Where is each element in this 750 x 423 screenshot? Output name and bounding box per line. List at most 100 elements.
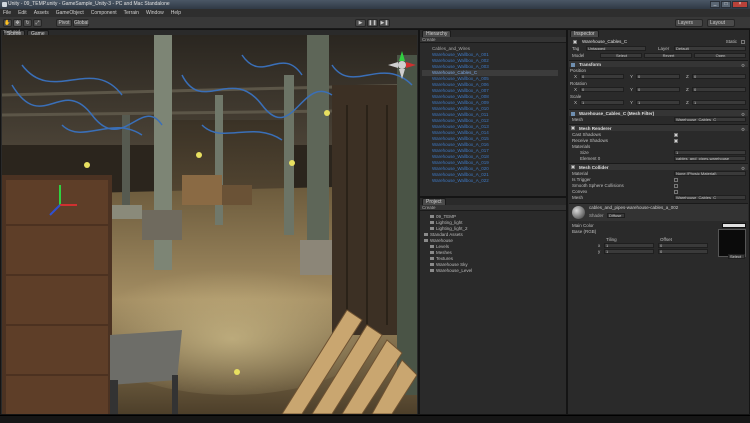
- static-checkbox[interactable]: [741, 40, 745, 44]
- project-item[interactable]: Warehouse_Level: [430, 268, 472, 274]
- menu-window[interactable]: Window: [146, 9, 164, 17]
- project-panel: Project Create 09_TEMP Lighting_light Ligh…: [419, 197, 567, 415]
- smooth-sphere-checkbox[interactable]: [674, 184, 678, 188]
- mesh-renderer-header[interactable]: Mesh Renderer ⚙: [569, 124, 748, 132]
- texture-select-button[interactable]: Select: [728, 254, 745, 259]
- hierarchy-toolbar: Create: [420, 37, 566, 43]
- scene-viewport[interactable]: [2, 35, 417, 414]
- object-name-field[interactable]: Warehouse_Cables_C: [582, 39, 627, 45]
- layer-label: Layer: [658, 46, 670, 51]
- warehouse-scene-render: [2, 35, 417, 414]
- material-element0-field[interactable]: cables_and_pipes-warehouse: [674, 156, 746, 161]
- convex-checkbox[interactable]: [674, 190, 678, 194]
- position-y-field[interactable]: 0: [636, 74, 680, 79]
- mesh-filter-icon: [571, 112, 575, 116]
- rotation-x-field[interactable]: 0: [580, 87, 624, 92]
- folder-icon: [430, 269, 434, 273]
- folder-icon: [430, 263, 434, 267]
- folder-icon: [430, 215, 434, 219]
- hierarchy-create-button[interactable]: Create: [422, 37, 436, 42]
- offset-x-field[interactable]: 0: [658, 243, 708, 248]
- project-create-button[interactable]: Create: [422, 205, 436, 210]
- menu-assets[interactable]: Assets: [34, 9, 49, 17]
- menu-edit[interactable]: Edit: [18, 9, 27, 17]
- close-button[interactable]: ×: [732, 1, 748, 8]
- project-item-label: Levels: [436, 244, 450, 249]
- layout-dropdown[interactable]: Layout: [707, 19, 735, 27]
- physic-material-field[interactable]: None (Physic Material): [674, 171, 746, 176]
- project-item-label: Warehouse Sky: [436, 262, 468, 267]
- collider-mesh-field[interactable]: Warehouse_Cables_C: [674, 195, 746, 200]
- mesh-renderer-enabled-checkbox[interactable]: [571, 126, 575, 130]
- main-color-swatch[interactable]: [722, 223, 746, 228]
- rotation-z-field[interactable]: 0: [692, 87, 746, 92]
- rotate-icon: ↻: [25, 20, 30, 26]
- project-toolbar: Create: [420, 205, 566, 211]
- rotation-y-field[interactable]: 0: [636, 87, 680, 92]
- static-label: Static: [725, 39, 737, 44]
- base-texture-slot[interactable]: [718, 229, 746, 257]
- position-x-field[interactable]: 0: [580, 74, 624, 79]
- project-item-label: Textures: [436, 256, 454, 261]
- step-button[interactable]: ▶❚: [379, 19, 390, 27]
- position-z-field[interactable]: 0: [692, 74, 746, 79]
- scale-z-field[interactable]: 1: [692, 100, 746, 105]
- tab-project[interactable]: Project: [422, 198, 446, 205]
- rotate-tool-button[interactable]: ↻: [23, 19, 32, 27]
- tab-hierarchy[interactable]: Hierarchy: [422, 30, 452, 37]
- mesh-collider-enabled-checkbox[interactable]: [571, 165, 575, 169]
- receive-shadows-checkbox[interactable]: [674, 139, 678, 143]
- mesh-filter-mesh-field[interactable]: Warehouse_Cables_C: [674, 117, 746, 122]
- model-revert-button[interactable]: Revert: [644, 53, 692, 58]
- project-item-label: Lighting_light: [436, 220, 463, 225]
- tag-dropdown[interactable]: Untagged: [586, 46, 646, 51]
- mesh-collider-header[interactable]: Mesh Collider ⚙: [569, 163, 748, 171]
- menu-file[interactable]: File: [3, 9, 11, 17]
- pause-button[interactable]: ❚❚: [367, 19, 378, 27]
- project-item-label: Standard Assets: [430, 232, 463, 237]
- unity-app-icon: [2, 2, 7, 7]
- menu-component[interactable]: Component: [91, 9, 117, 17]
- is-trigger-checkbox[interactable]: [674, 178, 678, 182]
- pivot-toggle[interactable]: Pivot: [56, 19, 72, 27]
- hierarchy-item[interactable]: Warehouse_Wallbox_A_022: [432, 178, 489, 184]
- project-item-label: Lighting_light_2: [436, 226, 468, 231]
- model-select-button[interactable]: Select: [600, 53, 642, 58]
- hierarchy-panel: Hierarchy Create Cables_and_Wires Warehou…: [419, 29, 567, 197]
- menu-terrain[interactable]: Terrain: [124, 9, 139, 17]
- model-open-button[interactable]: Open: [694, 53, 746, 58]
- scale-y-field[interactable]: 1: [636, 100, 680, 105]
- minimize-button[interactable]: _: [710, 1, 720, 8]
- scale-x-field[interactable]: 1: [580, 100, 624, 105]
- move-tool-button[interactable]: ✥: [13, 19, 22, 27]
- pause-icon: ❚❚: [368, 20, 377, 26]
- play-button[interactable]: ▶: [355, 19, 366, 27]
- materials-size-field[interactable]: 1: [674, 150, 746, 155]
- offset-y-field[interactable]: 0: [658, 249, 708, 254]
- play-icon: ▶: [358, 20, 363, 26]
- window-titlebar: Unity - 09_TEMP.unity - GameSample_Unity…: [0, 0, 750, 9]
- layers-dropdown[interactable]: Layers: [675, 19, 703, 27]
- menu-gameobject[interactable]: GameObject: [56, 9, 84, 17]
- global-toggle[interactable]: Global: [73, 19, 89, 27]
- hand-icon: ✋: [4, 20, 11, 26]
- tab-inspector[interactable]: Inspector: [570, 30, 599, 37]
- transform-header[interactable]: Transform ⚙: [569, 60, 748, 68]
- folder-icon: [424, 233, 428, 237]
- scale-tool-button[interactable]: ⤢: [33, 19, 42, 27]
- cast-shadows-checkbox[interactable]: [674, 133, 678, 137]
- material-header[interactable]: cables_and_pipes-warehouse-cables_a_002 …: [569, 203, 748, 221]
- tag-label: Tag: [572, 46, 580, 51]
- menu-help[interactable]: Help: [171, 9, 181, 17]
- mesh-filter-header[interactable]: Warehouse_Cables_C (Mesh Filter) ⚙: [569, 109, 748, 117]
- hand-tool-button[interactable]: ✋: [3, 19, 12, 27]
- maximize-button[interactable]: □: [721, 1, 731, 8]
- window-title: Unity - 09_TEMP.unity - GameSample_Unity…: [8, 1, 170, 7]
- tiling-x-field[interactable]: 1: [604, 243, 654, 248]
- layer-dropdown[interactable]: Default: [674, 46, 746, 51]
- status-bar: [0, 415, 750, 423]
- tiling-y-field[interactable]: 1: [604, 249, 654, 254]
- active-checkbox[interactable]: [573, 40, 577, 44]
- shading-mode-dropdown[interactable]: Textured: [3, 29, 20, 35]
- shader-dropdown[interactable]: Diffuse: [607, 213, 625, 218]
